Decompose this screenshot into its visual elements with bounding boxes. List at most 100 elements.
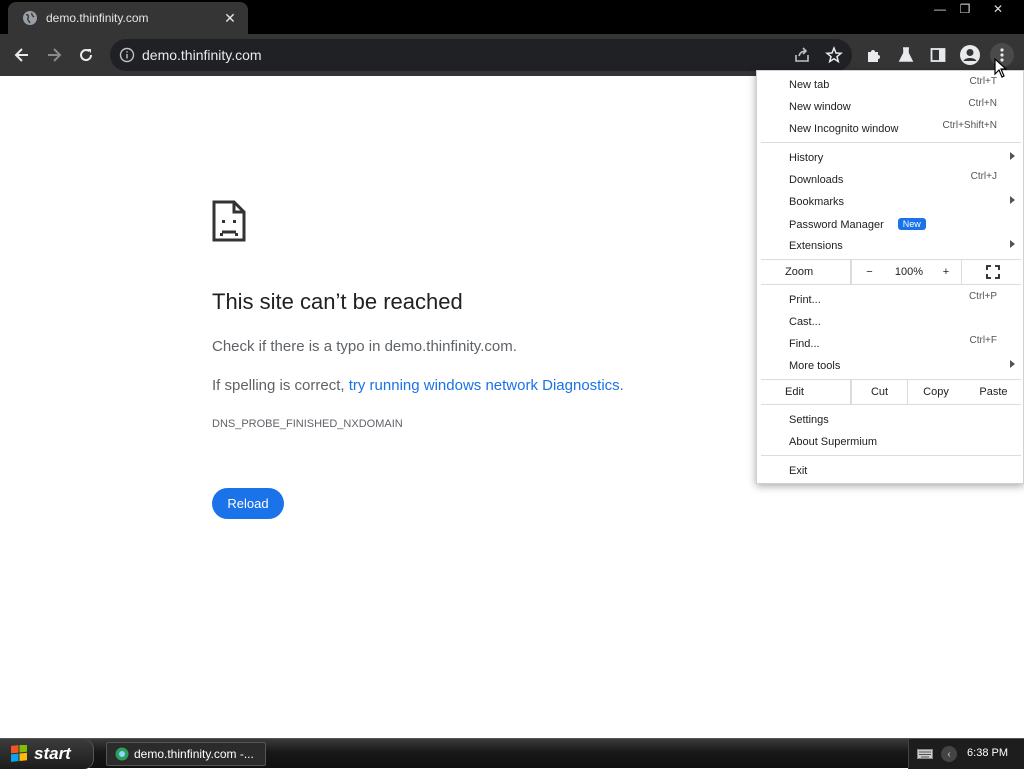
minimize-button[interactable]: — [928,1,952,17]
globe-icon [23,11,37,25]
menu-item-new-incognito[interactable]: New Incognito window Ctrl+Shift+N [757,118,1023,140]
share-button[interactable] [790,43,814,67]
tab-close-icon[interactable]: ✕ [222,10,238,27]
windows-flag-icon [11,745,27,762]
menu-label: Settings [789,414,829,426]
zoom-in-button[interactable]: + [931,260,961,284]
menu-divider [761,404,1021,405]
keyboard-icon[interactable] [917,748,933,760]
spelling-suffix: . [619,377,624,394]
reload-button[interactable]: Reload [212,488,284,519]
side-panel-icon [930,48,946,62]
menu-item-settings[interactable]: Settings [757,409,1023,431]
zoom-label: Zoom [757,260,851,284]
cut-button[interactable]: Cut [851,380,908,404]
password-manager-label: Password Manager [789,219,884,231]
info-icon[interactable] [119,47,135,63]
labs-button[interactable] [894,43,918,67]
address-bar[interactable]: demo.thinfinity.com [110,39,852,71]
paste-button[interactable]: Paste [964,380,1023,404]
menu-label: Downloads [789,174,844,186]
bookmark-star-button[interactable] [822,43,846,67]
menu-item-history[interactable]: History [757,147,1023,169]
sad-file-icon [212,200,246,242]
tray-expand-icon[interactable]: ‹ [941,746,957,762]
tab-title: demo.thinfinity.com [46,11,149,25]
menu-shortcut: Ctrl+J [970,171,997,182]
zoom-out-button[interactable]: − [851,260,887,284]
menu-label: Extensions [789,240,843,252]
mouse-cursor-icon [994,58,1008,78]
edit-row: Edit Cut Copy Paste [757,380,1023,404]
puzzle-icon [868,50,880,62]
browser-tab[interactable]: demo.thinfinity.com ✕ [8,2,248,34]
menu-item-find[interactable]: Find... Ctrl+F [757,333,1023,355]
menu-label: New tab [789,79,830,91]
share-icon [795,47,809,62]
menu-shortcut: Ctrl+T [969,76,998,87]
menu-item-extensions[interactable]: Extensions [757,235,1023,257]
taskbar: start demo.thinfinity.com -... ‹ 6:38 PM [0,738,1024,769]
restore-button[interactable]: ❐ [953,1,977,17]
extensions-button[interactable] [862,43,886,67]
system-tray: ‹ 6:38 PM [908,739,1024,769]
menu-label: History [789,152,824,164]
submenu-arrow-icon [1010,240,1015,248]
menu-item-downloads[interactable]: Downloads Ctrl+J [757,169,1023,191]
spelling-suggestion: If spelling is correct, try running wind… [212,377,624,394]
menu-label: More tools [789,360,841,372]
typo-suggestion: Check if there is a typo in demo.thinfin… [212,338,517,355]
menu-divider [761,455,1021,456]
reload-toolbar-button[interactable] [74,43,98,67]
menu-shortcut: Ctrl+P [968,291,997,302]
back-arrow-icon [14,48,28,62]
menu-shortcut: Ctrl+Shift+N [942,120,997,131]
menu-item-new-tab[interactable]: New tab Ctrl+T [757,74,1023,96]
menu-label: Find... [789,338,820,350]
clock: 6:38 PM [967,747,1008,759]
menu-item-new-window[interactable]: New window Ctrl+N [757,96,1023,118]
reload-icon [80,49,93,61]
copy-button[interactable]: Copy [907,380,965,404]
taskbar-window-button[interactable]: demo.thinfinity.com -... [106,742,266,766]
start-button[interactable]: start [0,739,94,769]
menu-item-password-manager[interactable]: Password Manager New [757,213,1023,235]
menu-shortcut: Ctrl+F [969,335,998,346]
menu-item-bookmarks[interactable]: Bookmarks [757,191,1023,213]
forward-arrow-icon [48,48,62,62]
menu-label: About Supermium [789,436,878,448]
flask-icon [898,47,914,62]
menu-label: New window [789,101,851,113]
taskbar-window-label: demo.thinfinity.com -... [134,747,254,761]
menu-label: Exit [789,465,808,477]
menu-label: Print... [789,294,821,306]
submenu-arrow-icon [1010,360,1015,368]
menu-divider [761,284,1021,285]
side-panel-button[interactable] [926,43,950,67]
zoom-row: Zoom − 100% + [757,260,1023,284]
start-label: start [34,744,71,763]
menu-item-about[interactable]: About Supermium [757,431,1023,453]
browser-menu: New tab Ctrl+T New window Ctrl+N New Inc… [756,70,1024,484]
fullscreen-icon [985,265,1000,279]
error-code: DNS_PROBE_FINISHED_NXDOMAIN [212,418,403,430]
error-title: This site can’t be reached [212,289,463,314]
fullscreen-button[interactable] [961,260,1023,284]
diagnostics-link[interactable]: try running windows network Diagnostics [349,377,620,394]
menu-label: Bookmarks [789,196,845,208]
zoom-level: 100% [887,260,931,284]
star-icon [825,46,843,64]
menu-divider [761,142,1021,143]
new-badge: New [897,218,926,230]
close-window-button[interactable]: ✕ [986,1,1010,17]
back-button[interactable] [10,43,34,67]
menu-item-more-tools[interactable]: More tools [757,355,1023,377]
profile-button[interactable] [958,43,982,67]
address-bar-url: demo.thinfinity.com [142,47,262,63]
menu-item-cast[interactable]: Cast... [757,311,1023,333]
forward-button[interactable] [42,43,66,67]
submenu-arrow-icon [1010,196,1015,204]
menu-item-exit[interactable]: Exit [757,460,1023,482]
submenu-arrow-icon [1010,152,1015,160]
menu-item-print[interactable]: Print... Ctrl+P [757,289,1023,311]
